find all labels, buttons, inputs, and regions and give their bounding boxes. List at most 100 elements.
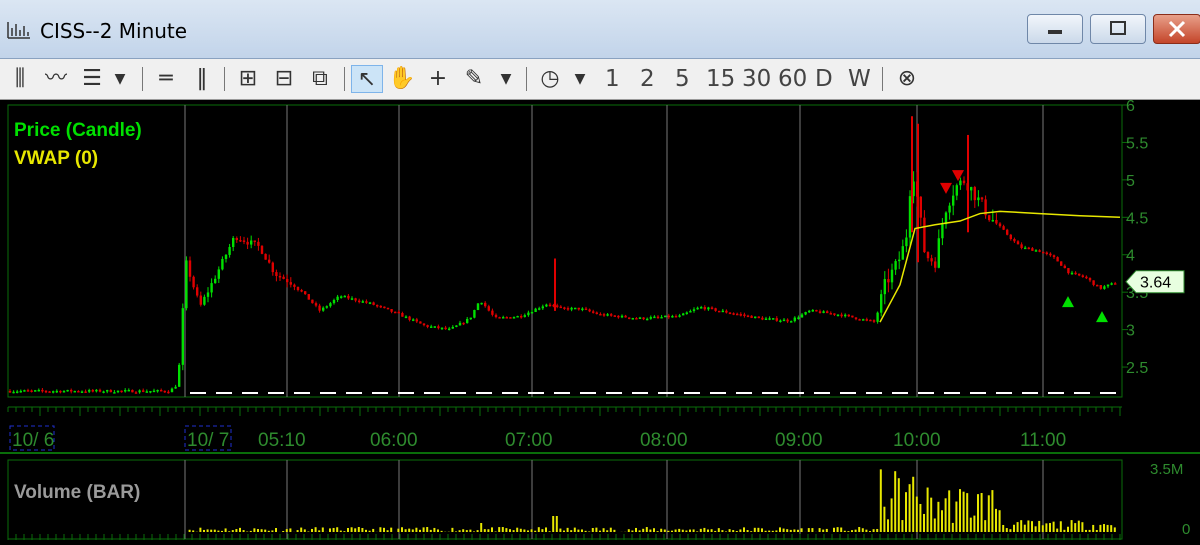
candle-body <box>365 301 368 303</box>
candle-body <box>502 317 505 319</box>
volume-tick-label: 0 <box>1182 521 1190 538</box>
candle-body <box>293 284 296 287</box>
zoom-out-icon[interactable]: ⊟ <box>270 65 298 93</box>
candle-body <box>23 390 26 392</box>
volume-bar <box>242 530 245 532</box>
chevron-down-icon[interactable]: ▼ <box>570 65 590 93</box>
candle-body <box>476 303 480 310</box>
volume-bar <box>807 528 810 532</box>
candle-body <box>872 320 876 322</box>
close-button[interactable] <box>1153 14 1200 44</box>
volume-bar <box>228 531 231 532</box>
candle-body <box>970 187 973 191</box>
timeframe-30[interactable]: 30 <box>742 65 771 93</box>
volume-bar <box>764 530 767 532</box>
pencil-icon[interactable]: ✎ <box>460 65 488 93</box>
vertical-line-icon[interactable]: ‖ <box>188 65 216 93</box>
candle-body <box>901 246 904 260</box>
timeframe-5[interactable]: 5 <box>675 65 690 93</box>
candle-body <box>113 392 116 394</box>
candle-body <box>790 321 793 323</box>
candle-body <box>426 325 429 327</box>
toolbar-separator <box>142 67 143 91</box>
volume-bar <box>530 529 533 532</box>
volume-bar <box>840 527 843 532</box>
volume-bar <box>671 530 673 532</box>
chevron-down-icon[interactable]: ▼ <box>496 65 516 93</box>
timeframe-60[interactable]: 60 <box>778 65 807 93</box>
chevron-down-icon[interactable]: ▼ <box>110 65 130 93</box>
volume-bar <box>602 528 605 532</box>
volume-bar <box>836 527 839 532</box>
candle-body <box>469 317 472 320</box>
volume-bar <box>563 530 565 532</box>
last-price-label: 3.64 <box>1140 275 1171 292</box>
candle-body <box>242 240 246 242</box>
indicator-icon[interactable]: ☰ <box>78 65 106 93</box>
volume-bar <box>1067 526 1069 532</box>
timeframe-1[interactable]: 1 <box>605 65 620 93</box>
candle-body <box>505 317 508 319</box>
remove-drawings-icon[interactable]: ⊗ <box>893 65 921 93</box>
candle-body <box>16 391 19 393</box>
volume-bar <box>343 531 346 532</box>
volume-bar <box>869 531 871 532</box>
zoom-fit-icon[interactable]: ⧉ <box>306 65 334 93</box>
candle-body <box>653 316 656 319</box>
candle-body <box>1081 275 1084 277</box>
candle-body <box>736 313 739 316</box>
candle-body <box>1099 285 1102 289</box>
crosshair-icon[interactable]: + <box>424 65 452 93</box>
volume-bar <box>577 529 580 532</box>
volume-bar <box>926 487 929 532</box>
timeframe-2[interactable]: 2 <box>640 65 655 93</box>
volume-bar <box>1020 520 1023 532</box>
candle-body <box>268 259 271 263</box>
line-chart-icon[interactable]: 〰 <box>42 65 70 93</box>
clock-icon[interactable]: ◷ <box>536 65 564 93</box>
candle-body <box>948 205 951 213</box>
candle-body <box>739 314 742 316</box>
candle-body <box>800 314 804 318</box>
candle-body <box>134 392 138 394</box>
volume-bar <box>699 528 702 532</box>
candle-body <box>678 315 681 317</box>
candle-body <box>1031 248 1034 251</box>
volume-bar <box>674 529 677 532</box>
volume-bar <box>638 530 641 532</box>
candle-body <box>588 309 591 312</box>
zoom-in-icon[interactable]: ⊞ <box>234 65 262 93</box>
candle-body <box>584 308 588 311</box>
volume-bar <box>249 530 252 532</box>
candle-body <box>811 309 814 312</box>
volume-bar <box>1074 523 1077 532</box>
candle-body <box>181 308 184 365</box>
candle-body <box>523 315 526 317</box>
timeframe-15[interactable]: 15 <box>706 65 735 93</box>
volume-bar <box>537 527 540 532</box>
candle-body <box>448 328 451 331</box>
candle-body <box>102 391 105 393</box>
minimize-button[interactable] <box>1027 14 1083 44</box>
volume-bar <box>746 530 749 532</box>
timeframe-weekly[interactable]: W <box>848 65 871 93</box>
volume-bar <box>649 529 652 532</box>
chart-area[interactable]: 65.554.543.532.510/ 6 10/ 7 05:10 06:00 07:0… <box>0 100 1200 545</box>
volume-bar <box>318 530 321 532</box>
horizontal-line-icon[interactable]: ═ <box>152 65 180 93</box>
volume-bar <box>422 527 425 532</box>
pointer-icon[interactable]: ↖ <box>351 65 383 93</box>
toolbar-separator <box>882 67 883 91</box>
candle-chart-icon[interactable]: ⫼ <box>6 65 34 93</box>
candle-body <box>574 307 577 310</box>
volume-panel-frame <box>7 459 1123 540</box>
timeframe-daily[interactable]: D <box>815 65 833 93</box>
maximize-button[interactable] <box>1090 14 1146 44</box>
volume-bar <box>797 529 799 532</box>
candle-body <box>923 217 926 253</box>
candle-body <box>527 312 530 316</box>
candle-body <box>930 258 933 262</box>
hand-icon[interactable]: ✋ <box>388 65 416 93</box>
volume-bar <box>915 496 918 532</box>
candle-body <box>221 258 224 270</box>
